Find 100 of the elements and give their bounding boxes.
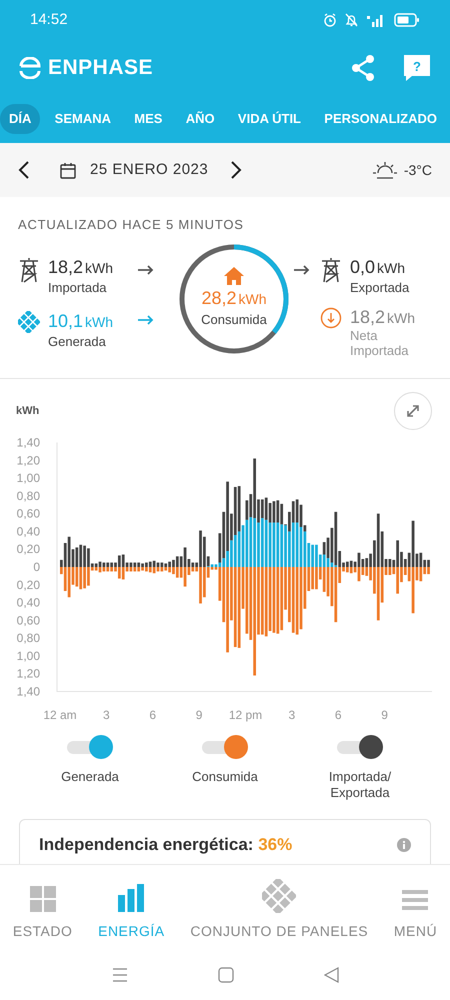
bar <box>315 544 318 567</box>
bar <box>148 567 152 572</box>
bar <box>253 458 256 518</box>
info-icon <box>397 838 411 852</box>
bar <box>412 520 414 567</box>
bar <box>87 548 90 567</box>
bar <box>272 501 276 523</box>
help-label: ? <box>413 58 421 74</box>
bar <box>427 567 430 574</box>
bar <box>98 562 102 567</box>
bar <box>296 522 299 567</box>
bar <box>214 564 218 567</box>
bar <box>68 536 71 567</box>
bar <box>249 517 252 567</box>
logo-icon <box>18 56 42 78</box>
share-icon[interactable] <box>351 54 375 80</box>
period-tab[interactable]: DÍA <box>0 104 40 134</box>
imported-label: Importada <box>48 278 108 297</box>
bar <box>191 567 194 572</box>
period-tab[interactable]: MES <box>125 104 172 134</box>
bar <box>284 525 287 567</box>
bar <box>160 567 164 572</box>
series-label: Generada <box>60 769 120 785</box>
bar <box>141 567 144 571</box>
nav-tab[interactable]: ESTADO <box>12 879 72 942</box>
bar <box>358 552 360 567</box>
bar <box>376 514 380 567</box>
expand-button[interactable] <box>394 392 432 430</box>
logo-wordmark: ENPHASE <box>48 54 154 81</box>
bar <box>346 562 349 567</box>
bar <box>87 567 90 586</box>
bar <box>148 562 152 567</box>
period-tab[interactable]: VIDA ÚTIL <box>228 104 310 134</box>
chevron-left-icon[interactable] <box>18 161 30 179</box>
bar <box>346 567 349 572</box>
y-tick-label: 0,80 <box>16 631 40 646</box>
bar <box>184 547 186 567</box>
menu-icon[interactable] <box>112 968 128 982</box>
bar <box>264 520 268 567</box>
bar <box>83 546 86 567</box>
bar <box>358 567 360 582</box>
bar <box>137 562 140 567</box>
bar <box>396 540 399 567</box>
download-circle-icon <box>320 307 342 329</box>
imported-value: 18,2 kWh <box>48 256 114 278</box>
series-toggle[interactable] <box>337 735 383 759</box>
bar <box>272 567 276 633</box>
bar <box>234 567 237 648</box>
bar <box>253 518 256 567</box>
period-tab[interactable]: PERSONALIZADO <box>315 104 446 134</box>
bar <box>133 562 136 567</box>
y-tick-label: 0,80 <box>16 488 40 503</box>
period-tab[interactable]: AÑO <box>176 104 224 134</box>
bar <box>412 567 414 614</box>
chevron-right-icon[interactable] <box>230 161 242 179</box>
consumed-label: Consumida <box>201 311 267 330</box>
series-toggle[interactable] <box>202 735 248 759</box>
bar <box>145 562 148 567</box>
grid-icon <box>28 885 57 913</box>
x-tick-label: 6 <box>149 708 156 722</box>
alarm-icon <box>323 13 337 27</box>
y-tick-label: 1,00 <box>16 648 40 663</box>
nav-tab[interactable]: MENÚ <box>394 879 438 942</box>
nav-tab[interactable]: ENERGÍA <box>98 879 165 942</box>
bar <box>168 562 171 567</box>
status-time: 14:52 <box>30 10 68 30</box>
y-tick-label: 1,00 <box>16 471 40 486</box>
y-tick-label: 0,20 <box>16 578 40 592</box>
bar <box>156 567 160 572</box>
power-pylon-icon <box>18 256 40 282</box>
arrow-right-icon <box>294 264 310 274</box>
bar <box>292 567 295 633</box>
bar <box>276 522 280 567</box>
home-square-icon[interactable] <box>218 967 234 983</box>
nav-tab[interactable]: CONJUNTO DE PANELES <box>190 879 368 942</box>
bar <box>168 567 171 572</box>
bar <box>300 526 302 567</box>
mute-bell-icon <box>345 13 358 27</box>
bar <box>234 534 237 567</box>
expand-icon <box>406 404 420 418</box>
series-toggle[interactable] <box>67 735 113 759</box>
bar <box>226 567 229 652</box>
help-icon[interactable]: ? <box>403 54 431 82</box>
y-tick-label: 0,60 <box>16 613 40 628</box>
bar <box>260 567 264 635</box>
x-tick-label: 12 am <box>43 708 77 722</box>
bar <box>145 567 148 572</box>
period-tab[interactable]: SEMANA <box>46 104 120 134</box>
y-tick-label: 0,40 <box>16 596 40 610</box>
bar <box>396 567 399 594</box>
x-tick-label: 9 <box>381 708 388 722</box>
back-triangle-icon[interactable] <box>324 967 338 983</box>
bar <box>276 567 280 634</box>
x-tick-label: 6 <box>334 708 342 722</box>
bar <box>133 567 136 572</box>
x-tick-label: 3 <box>103 708 110 722</box>
net-value: 18,2 kWh <box>350 307 416 328</box>
y-tick-label: 1,40 <box>16 436 40 450</box>
net-label: Neta Importada <box>350 328 410 358</box>
sunrise-icon <box>372 160 398 180</box>
